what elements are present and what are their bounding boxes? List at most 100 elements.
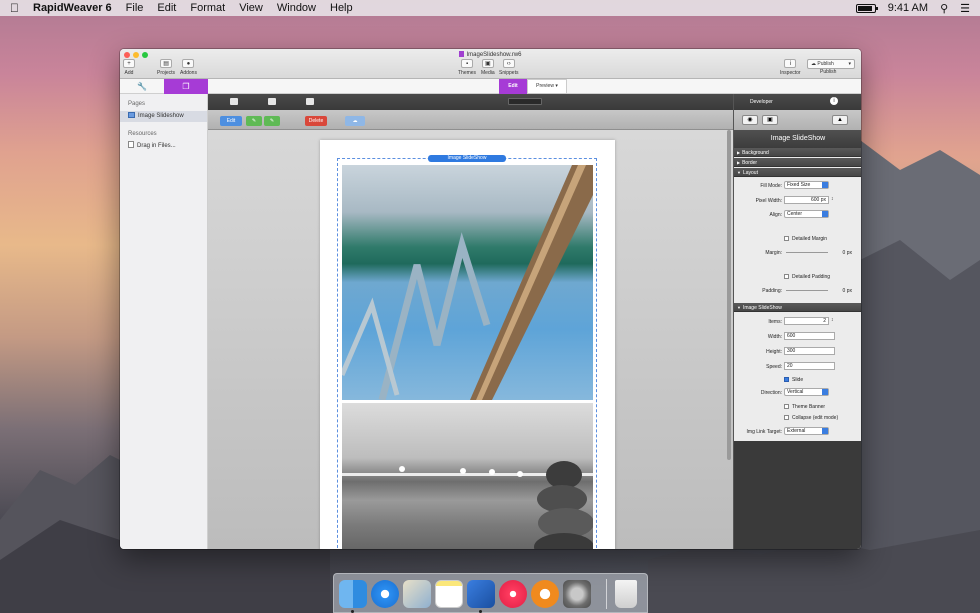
wrench-icon: 🔧 [137, 82, 147, 91]
stack-icon[interactable] [230, 98, 238, 105]
edit-mode-tab[interactable]: Edit [499, 79, 527, 94]
notes-icon[interactable] [435, 580, 463, 608]
itunes-icon[interactable] [499, 580, 527, 608]
info-icon[interactable]: i [830, 97, 838, 105]
stepper-icon[interactable]: ↕ [831, 317, 834, 323]
title-bar: ImageSlideshow.rw6 + Add ▤ Projects ● Addon… [120, 49, 861, 79]
align-label: Align: [769, 212, 782, 218]
edit-toolbar: Edit ✎ ✎ Delete ☁ [208, 110, 733, 130]
collapse-checkbox[interactable] [784, 415, 789, 420]
link-target-row: Img Link Target: External [734, 427, 861, 437]
page-icon [128, 112, 135, 118]
mail-icon[interactable] [403, 580, 431, 608]
menu-edit[interactable]: Edit [157, 2, 176, 14]
battery-icon[interactable] [855, 3, 878, 13]
stepper-icon[interactable]: ↕ [831, 196, 834, 202]
fill-mode-select[interactable]: Fixed Size [784, 181, 829, 189]
library-icon[interactable] [268, 98, 276, 105]
cloud-icon[interactable]: ☁ [345, 116, 365, 126]
system-preferences-icon[interactable] [563, 580, 591, 608]
menu-clock[interactable]: 9:41 AM [888, 2, 928, 14]
section-border[interactable]: ▶ Border [734, 158, 861, 167]
document-icon [459, 51, 465, 57]
snippets-button[interactable]: ‹› Snippets [499, 59, 518, 76]
mode-bar: 🔧 ❐ Edit Preview ▾ [120, 79, 861, 94]
add-button[interactable]: + Add [123, 59, 135, 76]
width-input[interactable]: 600 [784, 332, 835, 340]
menu-help[interactable]: Help [330, 2, 353, 14]
section-background[interactable]: ▶ Background [734, 148, 861, 157]
slide-image-2[interactable] [342, 403, 593, 549]
sidebar-item-drag-files[interactable]: Drag in Files... [120, 141, 207, 152]
ibooks-icon[interactable] [531, 580, 559, 608]
image-icon[interactable] [306, 98, 314, 105]
themes-button[interactable]: ▪ Themes [458, 59, 476, 76]
rapidweaver-icon[interactable] [467, 580, 495, 608]
menu-format[interactable]: Format [190, 2, 225, 14]
section-image-slideshow[interactable]: ▼ Image SlideShow [734, 303, 861, 312]
pixel-width-input[interactable]: 600 px [784, 196, 829, 204]
speed-label: Speed: [766, 364, 782, 370]
edit-button[interactable]: Edit [220, 116, 242, 126]
sidebar-item-image-slideshow[interactable]: Image Slideshow [120, 111, 207, 122]
slide-checkbox[interactable] [784, 377, 789, 382]
theme-banner-checkbox[interactable] [784, 404, 789, 409]
slide-image-1[interactable] [342, 165, 593, 400]
menu-file[interactable]: File [126, 2, 144, 14]
tab-pages[interactable]: ❐ [164, 79, 208, 94]
slide-image-2-graphic [342, 461, 593, 549]
speed-row: Speed: 20 [734, 362, 861, 372]
menu-view[interactable]: View [239, 2, 263, 14]
pixel-width-label: Pixel Width: [755, 198, 782, 204]
margin-slider[interactable] [786, 252, 828, 253]
align-select[interactable]: Center [784, 210, 829, 218]
tab-tools[interactable]: 🔧 [120, 79, 164, 94]
eye-icon[interactable]: ◉ [742, 115, 758, 125]
publish-button[interactable]: ☁ Publish ▾ [807, 59, 855, 69]
items-label: Items: [768, 319, 782, 325]
padding-slider[interactable] [786, 290, 828, 291]
section-layout[interactable]: ▼ Layout [734, 168, 861, 177]
notification-center-icon[interactable]: ☰ [960, 2, 970, 15]
speed-input[interactable]: 20 [784, 362, 835, 370]
link-target-select[interactable]: External [784, 427, 829, 435]
collapse-row: Collapse (edit mode) [734, 414, 861, 424]
snippets-icon: ‹› [502, 59, 515, 68]
link-add-button[interactable]: ✎ [246, 116, 262, 126]
projects-button[interactable]: ▤ Projects [157, 59, 175, 76]
margin-row: Margin: 0 px [734, 248, 861, 258]
safari-icon[interactable] [371, 580, 399, 608]
preview-mode-tab[interactable]: Preview ▾ [527, 79, 567, 94]
fill-mode-label: Fill Mode: [760, 183, 782, 189]
developer-label[interactable]: Developer [750, 99, 773, 105]
menu-app-name[interactable]: RapidWeaver 6 [33, 2, 112, 14]
media-button[interactable]: ▣ Media [481, 59, 495, 76]
spotlight-icon[interactable]: ⚲ [940, 2, 948, 15]
height-input[interactable]: 300 [784, 347, 835, 355]
delete-button[interactable]: Delete [305, 116, 327, 126]
menu-window[interactable]: Window [277, 2, 316, 14]
detailed-margin-checkbox[interactable] [784, 236, 789, 241]
direction-select[interactable]: Vertical [784, 388, 829, 396]
height-row: Height: 300 [734, 347, 861, 357]
detailed-padding-checkbox[interactable] [784, 274, 789, 279]
inspector-empty-area [734, 441, 861, 549]
items-input[interactable]: 2 [784, 317, 829, 325]
export-icon[interactable]: ▲ [832, 115, 848, 125]
trash-icon[interactable] [615, 580, 637, 608]
layout-toggle[interactable] [508, 98, 542, 105]
addons-button[interactable]: ● Addons [180, 59, 197, 76]
editor-canvas: Image SlideShow [208, 130, 733, 549]
chevron-down-icon: ▾ [555, 83, 558, 89]
select-arrow-icon [822, 182, 828, 188]
canvas-scrollbar[interactable] [727, 130, 731, 460]
margin-label: Margin: [765, 250, 782, 256]
sidebar: Pages Image Slideshow Resources Drag in … [120, 94, 208, 549]
lock-icon[interactable]: ▣ [762, 115, 778, 125]
finder-icon[interactable] [339, 580, 367, 608]
apple-icon[interactable]:  [10, 1, 19, 15]
link-edit-button[interactable]: ✎ [264, 116, 280, 126]
detailed-margin-row: Detailed Margin [734, 235, 861, 245]
inspector-button[interactable]: i Inspector [780, 59, 801, 76]
direction-row: Direction: Vertical [734, 388, 861, 398]
